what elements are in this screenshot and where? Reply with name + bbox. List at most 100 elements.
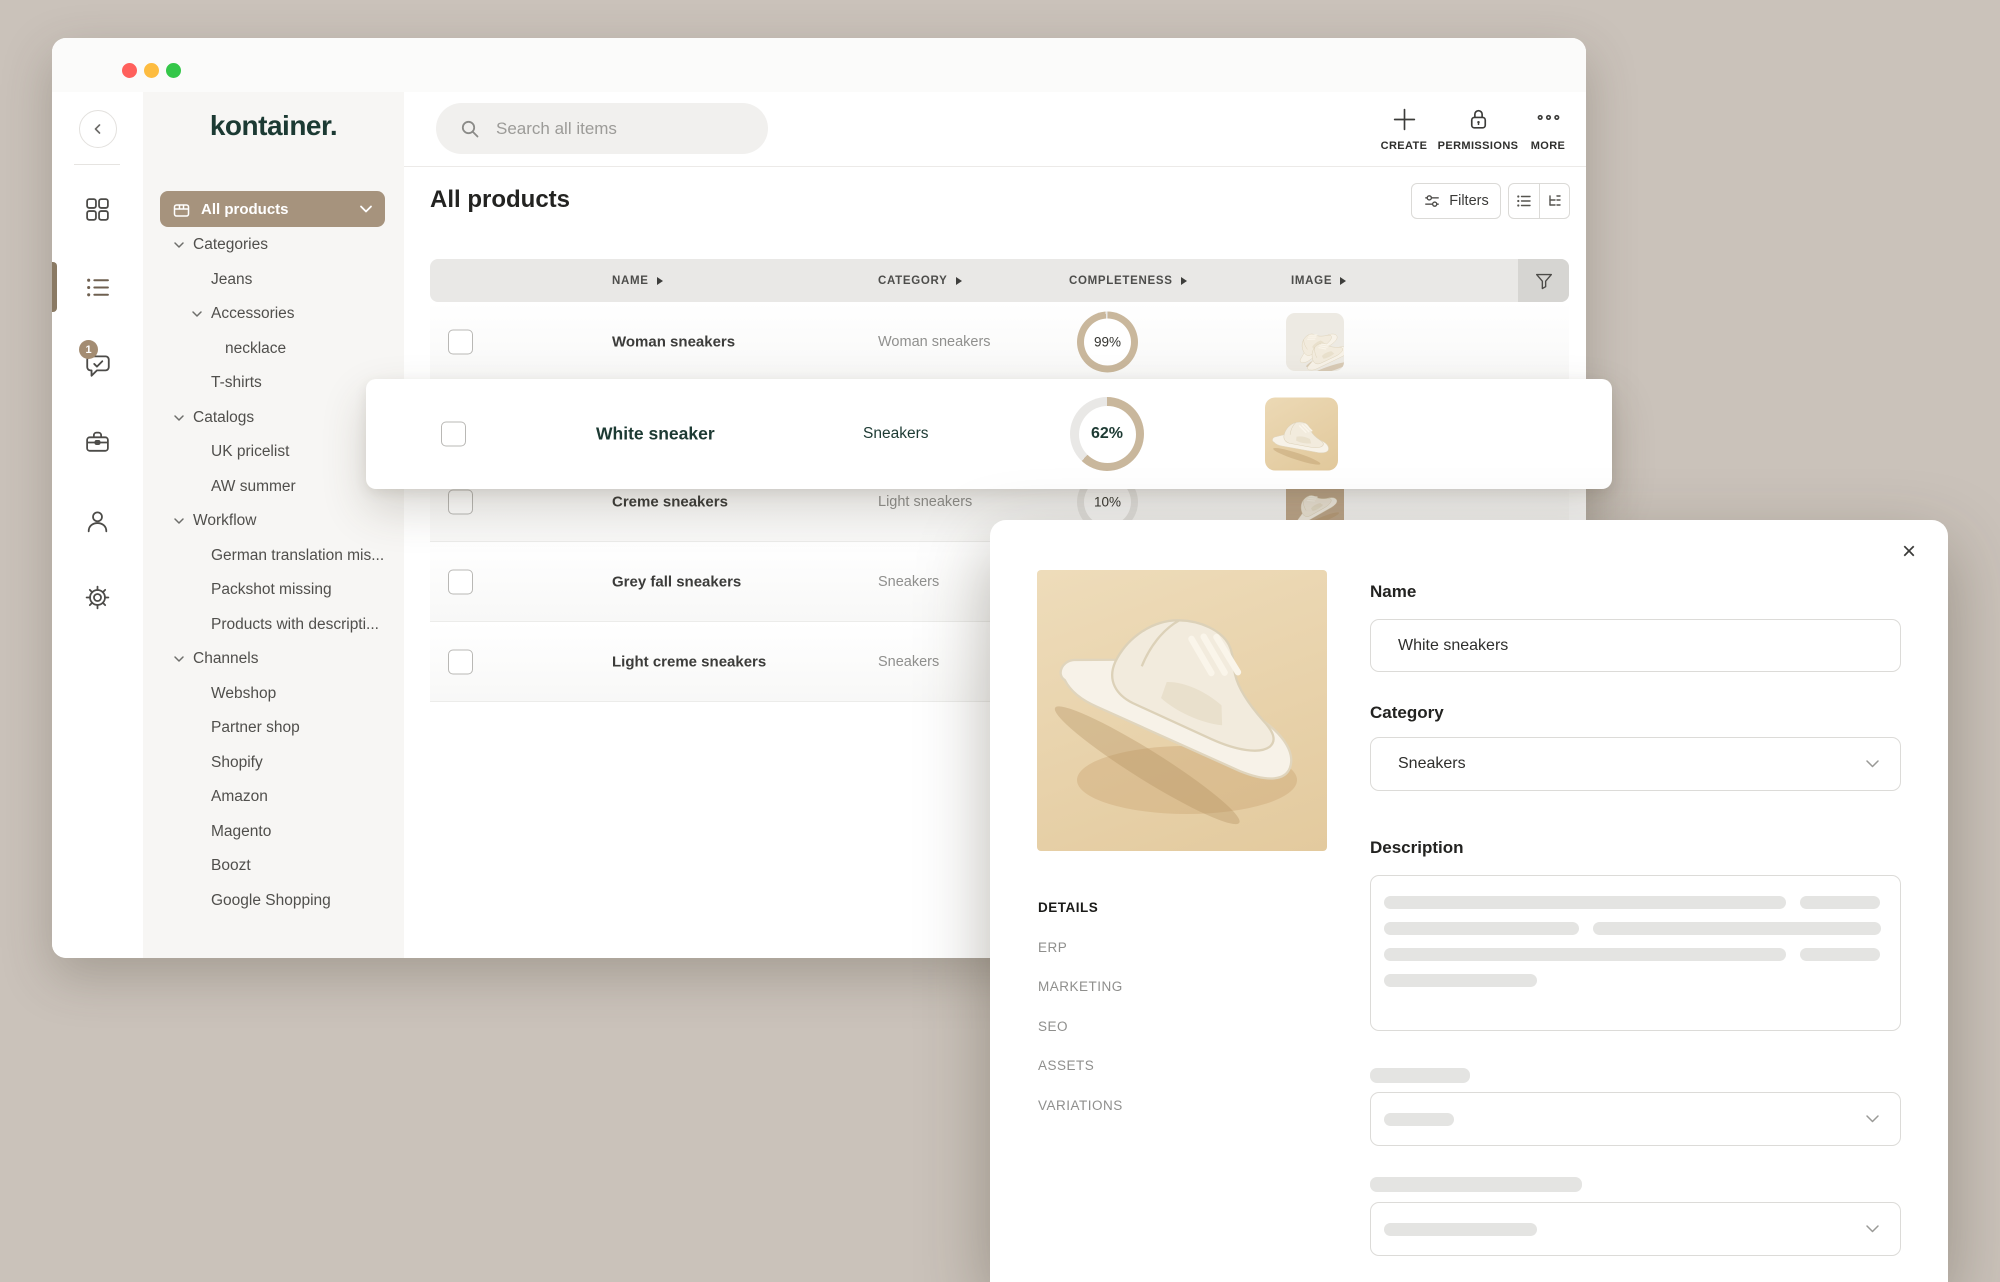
sidebar-item-shopify[interactable]: Shopify <box>143 746 404 781</box>
tab-assets[interactable]: ASSETS <box>1038 1046 1123 1086</box>
skeleton-bar <box>1384 948 1786 961</box>
zoom-window-button[interactable] <box>166 63 181 78</box>
row-checkbox[interactable] <box>448 649 473 674</box>
page-title: All products <box>430 186 570 214</box>
row-checkbox[interactable] <box>448 569 473 594</box>
tab-details[interactable]: DETAILS <box>1038 888 1123 928</box>
chevron-down-icon <box>173 515 185 527</box>
sidebar-item-necklace[interactable]: necklace <box>143 332 404 367</box>
minimize-window-button[interactable] <box>144 63 159 78</box>
sidebar-item-packshot-missing[interactable]: Packshot missing <box>143 573 404 608</box>
loading-select[interactable] <box>1370 1202 1901 1256</box>
close-window-button[interactable] <box>122 63 137 78</box>
column-filter-button[interactable] <box>1518 259 1569 302</box>
sidebar-item-webshop[interactable]: Webshop <box>143 677 404 712</box>
tree-view-button[interactable] <box>1539 184 1570 218</box>
tab-seo[interactable]: SEO <box>1038 1007 1123 1047</box>
rail-item-products[interactable] <box>52 274 143 301</box>
rail-item-workspace[interactable] <box>52 429 143 456</box>
sidebar-root-label: All products <box>201 201 289 218</box>
row-checkbox[interactable] <box>448 489 473 514</box>
product-detail-image <box>1037 570 1327 851</box>
completeness-ring: 99% <box>1077 311 1138 372</box>
skeleton-bar <box>1384 896 1786 909</box>
row-checkbox[interactable] <box>441 422 466 447</box>
sort-arrow-icon <box>1181 277 1187 285</box>
desktop: 1 <box>0 0 2000 1282</box>
sidebar-item-catalogs[interactable]: Catalogs <box>143 401 404 436</box>
user-icon <box>84 508 111 535</box>
product-name: White sneaker <box>596 424 715 445</box>
back-chevron-icon <box>90 121 106 137</box>
rail-item-dashboard[interactable] <box>52 196 143 223</box>
sidebar-item-amazon[interactable]: Amazon <box>143 780 404 815</box>
sort-arrow-icon <box>956 277 962 285</box>
column-header-image[interactable]: IMAGE <box>1291 275 1346 287</box>
filters-button[interactable]: Filters <box>1411 183 1501 219</box>
row-checkbox[interactable] <box>448 329 473 354</box>
product-name: Light creme sneakers <box>612 653 766 670</box>
search-bar[interactable] <box>436 103 768 154</box>
search-input[interactable] <box>494 118 748 140</box>
table-row[interactable]: Woman sneakers Woman sneakers 99% <box>430 302 1569 382</box>
rail-item-settings[interactable] <box>52 584 143 611</box>
close-icon[interactable]: × <box>1902 540 1916 564</box>
list-icon <box>84 274 111 301</box>
filters-label: Filters <box>1449 193 1488 209</box>
icon-rail: 1 <box>52 92 144 958</box>
sidebar-root-all-products[interactable]: All products <box>160 191 385 227</box>
skeleton-bar <box>1384 1223 1537 1236</box>
sidebar-item-products-with-description[interactable]: Products with descripti... <box>143 608 404 643</box>
funnel-icon <box>1533 270 1555 292</box>
loading-select[interactable] <box>1370 1092 1901 1146</box>
sidebar-item-aw-summer[interactable]: AW summer <box>143 470 404 505</box>
sidebar-item-magento[interactable]: Magento <box>143 815 404 850</box>
column-header-category[interactable]: CATEGORY <box>878 275 962 287</box>
chevron-down-icon <box>173 412 185 424</box>
ellipsis-icon <box>1535 106 1562 133</box>
chevron-down-icon <box>359 204 373 214</box>
sidebar-item-uk-pricelist[interactable]: UK pricelist <box>143 435 404 470</box>
highlighted-row-white-sneaker[interactable]: White sneaker Sneakers 62% <box>366 379 1612 489</box>
panel-tab-list: DETAILS ERP MARKETING SEO ASSETS VARIATI… <box>1038 888 1123 1125</box>
sidebar-item-tshirts[interactable]: T-shirts <box>143 366 404 401</box>
search-icon <box>460 119 480 139</box>
sidebar-item-boozt[interactable]: Boozt <box>143 849 404 884</box>
box-icon <box>172 200 191 219</box>
category-select[interactable]: Sneakers <box>1370 737 1901 791</box>
chevron-down-icon <box>173 239 185 251</box>
skeleton-bar <box>1384 974 1537 987</box>
chevron-down-icon <box>191 308 203 320</box>
sidebar-item-german-translation[interactable]: German translation mis... <box>143 539 404 574</box>
tab-variations[interactable]: VARIATIONS <box>1038 1086 1123 1126</box>
skeleton-bar <box>1800 896 1880 909</box>
description-field-label: Description <box>1370 838 1464 858</box>
header-divider <box>404 166 1586 167</box>
more-button[interactable]: MORE <box>1498 106 1598 152</box>
tab-erp[interactable]: ERP <box>1038 928 1123 968</box>
sidebar-item-categories[interactable]: Categories <box>143 228 404 263</box>
sidebar-item-jeans[interactable]: Jeans <box>143 263 404 298</box>
gear-icon <box>84 584 111 611</box>
product-category: Sneakers <box>863 425 928 443</box>
description-field[interactable] <box>1370 875 1901 1031</box>
tab-marketing[interactable]: MARKETING <box>1038 967 1123 1007</box>
name-field[interactable]: White sneakers <box>1370 619 1901 672</box>
chevron-down-icon <box>173 653 185 665</box>
rail-item-users[interactable] <box>52 508 143 535</box>
column-header-name[interactable]: NAME <box>612 275 663 287</box>
list-view-button[interactable] <box>1509 184 1539 218</box>
briefcase-icon <box>84 429 111 456</box>
column-header-completeness[interactable]: COMPLETENESS <box>1069 275 1187 287</box>
sort-arrow-icon <box>657 277 663 285</box>
sidebar-item-accessories[interactable]: Accessories <box>143 297 404 332</box>
skeleton-bar <box>1384 922 1579 935</box>
list-view-icon <box>1516 193 1532 209</box>
sidebar-item-partner-shop[interactable]: Partner shop <box>143 711 404 746</box>
sidebar-item-channels[interactable]: Channels <box>143 642 404 677</box>
sidebar-item-workflow[interactable]: Workflow <box>143 504 404 539</box>
sidebar-item-google-shopping[interactable]: Google Shopping <box>143 884 404 919</box>
rail-item-comments[interactable] <box>52 351 143 379</box>
titlebar <box>52 38 1586 93</box>
collapse-sidebar-button[interactable] <box>79 110 117 148</box>
